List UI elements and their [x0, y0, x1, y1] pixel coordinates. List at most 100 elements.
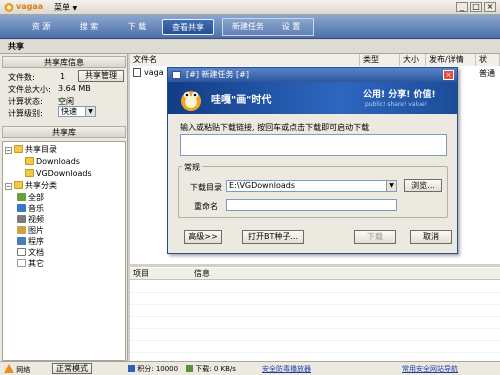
file-status: 普通 — [479, 69, 495, 78]
download-button[interactable]: 下载 — [354, 230, 396, 244]
rename-input[interactable] — [226, 199, 397, 211]
shared-dirs-label: 共享目录 — [25, 145, 57, 154]
category-label: 程序 — [28, 237, 44, 246]
video-icon — [17, 215, 26, 223]
dialog-icon — [172, 71, 181, 79]
library-info-header: 共享库信息 — [2, 56, 126, 68]
banner-slogan: 公用! 分享! 价值! — [363, 90, 436, 100]
safe-sites-link[interactable]: 常用安全网站导航 — [402, 364, 458, 374]
col-header-type[interactable]: 类型 — [360, 54, 400, 66]
dialog-title: [#] 新建任务 [#] — [186, 70, 249, 79]
chevron-down-icon[interactable]: ▼ — [386, 181, 396, 191]
cancel-button[interactable]: 取消 — [410, 230, 452, 244]
open-torrent-button[interactable]: 打开BT种子... — [242, 230, 304, 244]
dialog-banner: 哇嘎"画"时代 公用! 分享! 价值! public! share! value… — [168, 82, 457, 114]
col-header-info[interactable]: 信息 — [194, 268, 210, 280]
tab-settings[interactable]: 设 置 — [272, 19, 310, 35]
library-tree: − 共享目录 Downloads VGDownloads − 共享分类 全部 音乐 … — [2, 141, 126, 361]
category-label: 音乐 — [28, 204, 44, 213]
category-label: 图片 — [28, 226, 44, 235]
advanced-button[interactable]: 高级>> — [184, 230, 222, 244]
network-status[interactable]: 网络 — [4, 364, 30, 374]
title-bar: vagaa 菜单 ▼ _ □ × — [0, 0, 500, 15]
tab-search[interactable]: 搜 索 — [70, 19, 108, 35]
col-header-status[interactable]: 状 — [476, 54, 500, 66]
col-header-publish[interactable]: 发布/详情 — [426, 54, 476, 66]
dialog-title-bar[interactable]: [#] 新建任务 [#] × — [168, 68, 457, 82]
folder-icon — [14, 181, 23, 189]
categories-label: 共享分类 — [25, 181, 57, 190]
banner-title: 哇嘎"画"时代 — [211, 95, 272, 106]
col-header-item[interactable]: 项目 — [133, 268, 149, 280]
url-hint: 输入或粘贴下载链接, 按回车或点击下载即可启动下载 — [180, 123, 370, 132]
other-file-icon — [17, 259, 26, 267]
details-header: 项目 信息 — [130, 268, 500, 280]
maximize-button[interactable]: □ — [470, 2, 482, 12]
calc-status-label: 计算状态: — [8, 97, 43, 106]
minimize-button[interactable]: _ — [456, 2, 468, 12]
mascot-icon — [181, 91, 201, 111]
share-manage-button[interactable]: 共享管理 — [78, 70, 124, 82]
vagaa-logo: vagaa — [4, 2, 44, 13]
folder-icon — [14, 145, 23, 153]
tab-downloads[interactable]: 下 载 — [118, 19, 156, 35]
chevron-down-icon[interactable]: ▼ — [85, 107, 95, 116]
url-input[interactable] — [180, 134, 447, 156]
category-label: 其它 — [28, 259, 44, 268]
tree-item-documents[interactable]: 文档 — [17, 247, 44, 258]
file-name: vaga — [144, 68, 164, 77]
document-icon — [17, 248, 26, 256]
download-dir-label: 下载目录 — [190, 183, 222, 192]
points-icon — [128, 365, 135, 372]
folder-icon — [25, 157, 34, 165]
tab-new-task[interactable]: 新建任务 — [226, 19, 270, 35]
calc-level-value: 快速 — [61, 107, 77, 116]
calc-level-select[interactable]: 快速 ▼ — [58, 106, 96, 117]
tree-item-images[interactable]: 图片 — [17, 225, 44, 236]
music-icon — [17, 204, 26, 212]
tree-item-downloads[interactable]: Downloads — [25, 156, 80, 167]
chevron-down-icon: ▼ — [72, 5, 78, 12]
tree-item-all[interactable]: 全部 — [17, 192, 44, 203]
close-button[interactable]: × — [484, 2, 496, 12]
tree-item-vgdownloads[interactable]: VGDownloads — [25, 168, 92, 179]
splitter[interactable] — [130, 264, 500, 267]
points: 积分: 10000 — [128, 364, 178, 374]
download-speed: 下载: 0 KB/s — [186, 364, 236, 374]
banner-subtitle: public! share! value! — [365, 101, 428, 108]
col-header-size[interactable]: 大小 — [400, 54, 426, 66]
antivirus-link[interactable]: 安全防毒播放器 — [262, 364, 311, 374]
file-icon — [133, 68, 141, 77]
tab-view-shared[interactable]: 查看共享 — [162, 19, 214, 35]
collapse-icon[interactable]: − — [5, 183, 12, 190]
general-group-label: 常规 — [182, 162, 202, 173]
mode-button[interactable]: 正常模式 — [52, 363, 92, 374]
col-header-filename[interactable]: 文件名 — [130, 54, 360, 66]
tree-item-programs[interactable]: 程序 — [17, 236, 44, 247]
folder-icon — [25, 169, 34, 177]
file-count-label: 文件数: — [8, 73, 35, 82]
dir-label: VGDownloads — [36, 169, 92, 178]
browse-button[interactable]: 浏览... — [404, 179, 442, 192]
tree-node-shared-categories[interactable]: − 共享分类 — [5, 180, 57, 191]
dialog-close-button[interactable]: × — [443, 70, 454, 80]
tree-item-music[interactable]: 音乐 — [17, 203, 44, 214]
file-count-value: 1 — [60, 72, 66, 81]
tree-item-video[interactable]: 视频 — [17, 214, 44, 225]
collapse-icon[interactable]: − — [5, 147, 12, 154]
new-task-dialog: [#] 新建任务 [#] × 哇嘎"画"时代 公用! 分享! 价值! publi… — [167, 67, 458, 254]
download-dir-select[interactable]: E:\VGDownloads ▼ — [226, 180, 397, 192]
rename-label: 重命名 — [194, 202, 218, 211]
tree-item-other[interactable]: 其它 — [17, 258, 44, 269]
tab-resources[interactable]: 资 源 — [22, 19, 60, 35]
program-icon — [17, 237, 26, 245]
left-panel: 共享库信息 文件数: 1 共享管理 文件总大小: 3.64 MB 计算状态: 空… — [0, 54, 128, 361]
nav-bar: 资 源 搜 索 下 载 查看共享 新建任务 设 置 — [0, 15, 500, 39]
tree-node-shared-dirs[interactable]: − 共享目录 — [5, 144, 57, 155]
category-label: 视频 — [28, 215, 44, 224]
logo-text: vagaa — [16, 2, 44, 11]
points-value: 积分: 10000 — [137, 365, 179, 373]
main-menu[interactable]: 菜单 ▼ — [54, 2, 77, 13]
warning-icon — [4, 364, 14, 373]
total-size-label: 文件总大小: — [8, 85, 51, 94]
